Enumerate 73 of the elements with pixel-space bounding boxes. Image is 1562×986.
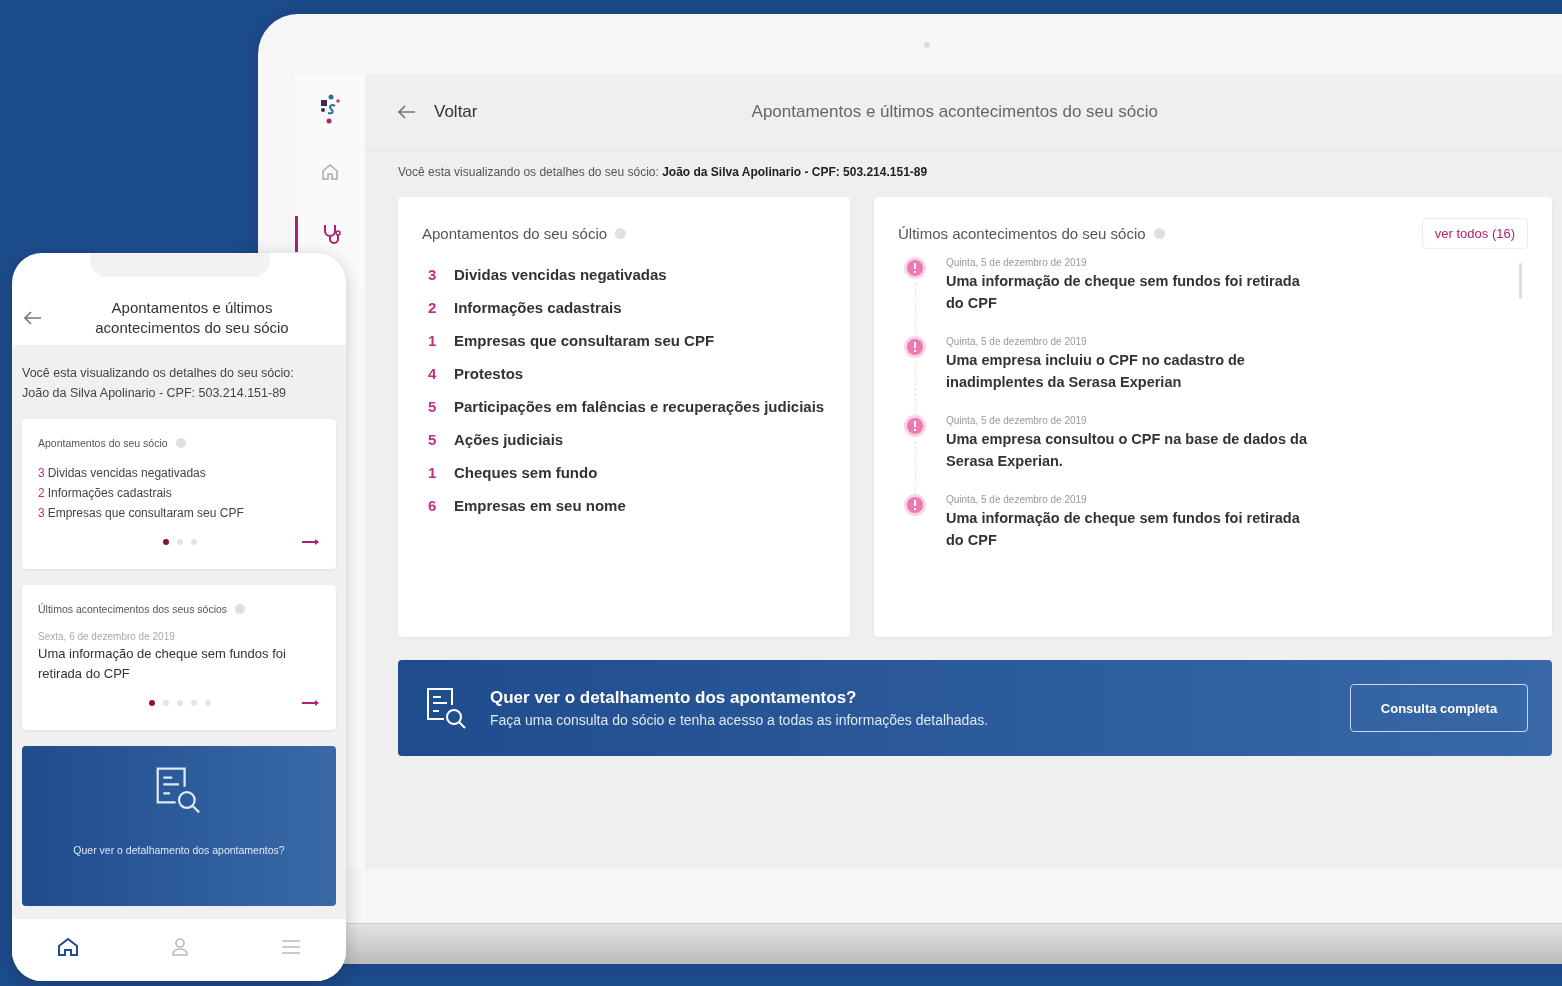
- arrow-right-icon[interactable]: [302, 699, 320, 707]
- full-query-button[interactable]: Consulta completa: [1350, 684, 1528, 732]
- count-number: 1: [427, 463, 436, 481]
- partner-info-text: Você esta visualizando os detalhes do seu sócio: João da Silva Apolinario - CPF: 503.214.151-89: [22, 365, 295, 402]
- info-icon[interactable]: [235, 604, 246, 614]
- list-item-label[interactable]: Empresas em seu nome: [454, 496, 626, 514]
- list-item-label[interactable]: Protestos: [454, 364, 524, 382]
- pagination-dot[interactable]: [149, 700, 155, 706]
- pagination-dot[interactable]: [205, 700, 211, 706]
- banner-subtitle: Faça uma consulta do sócio e tenha acesso a todas as informações detalhadas.: [490, 712, 990, 728]
- count-number: 2: [38, 486, 45, 500]
- info-icon[interactable]: [1153, 227, 1165, 239]
- count-number: 1: [427, 331, 436, 349]
- list-item-label[interactable]: Ações judiciais: [454, 430, 564, 448]
- page-title: Apontamentos e últimos acontecimentos do seu sócio: [94, 298, 290, 338]
- event-date: Quinta, 5 de dezembro de 2019: [946, 415, 1088, 426]
- alert-icon: [904, 415, 926, 437]
- back-arrow-icon: [398, 105, 416, 119]
- card-title: Últimos acontecimentos do seu sócio: [898, 224, 1146, 242]
- list-item-label[interactable]: Informações cadastrais: [454, 298, 622, 316]
- event-date: Quinta, 5 de dezembro de 2019: [946, 336, 1088, 347]
- count-number: 5: [427, 430, 436, 448]
- event-date: Quinta, 5 de dezembro de 2019: [946, 494, 1088, 505]
- card-title: Apontamentos do seu sócio: [422, 224, 608, 242]
- count-number: 2: [427, 298, 436, 316]
- pagination-dot[interactable]: [163, 700, 169, 706]
- pagination-dot[interactable]: [177, 700, 183, 706]
- alert-icon: [904, 494, 926, 516]
- event-date: Quinta, 5 de dezembro de 2019: [946, 257, 1088, 268]
- card-title: Últimos acontecimentos dos seus sócios: [38, 603, 228, 615]
- partner-info-text: Você esta visualizando os detalhes do seu sócio: João da Silva Apolinario - CPF: 503.214.151-89: [398, 165, 929, 179]
- count-number: 6: [427, 496, 436, 514]
- home-icon[interactable]: [57, 937, 80, 957]
- scrollbar[interactable]: [1519, 263, 1522, 299]
- event-text: Uma informação de cheque sem fundos foi retirada do CPF: [946, 509, 1301, 550]
- event-text: Uma informação de cheque sem fundos foi retirada do CPF: [38, 645, 287, 683]
- banner-title: Quer ver o detalhamento dos apontamentos?: [73, 844, 285, 856]
- logo-icon: [319, 94, 341, 126]
- view-all-button[interactable]: ver todos (16): [1421, 217, 1528, 249]
- event-text: Uma empresa incluiu o CPF no cadastro de inadimplentes da Serasa Experian: [946, 351, 1246, 392]
- info-icon[interactable]: [175, 438, 186, 448]
- pagination-dot[interactable]: [191, 700, 197, 706]
- event-text: Uma empresa consultou o CPF na base de dados da Serasa Experian.: [946, 430, 1308, 471]
- count-number: 3: [427, 265, 436, 283]
- pagination-dot[interactable]: [177, 539, 183, 545]
- back-label: Voltar: [434, 102, 478, 122]
- arrow-right-icon[interactable]: [302, 538, 320, 546]
- count-number: 3: [38, 506, 45, 520]
- list-item-label[interactable]: Cheques sem fundo: [454, 463, 598, 481]
- count-number: 3: [38, 466, 45, 480]
- menu-icon[interactable]: [280, 939, 301, 955]
- banner-title: Quer ver o detalhamento dos apontamentos?: [490, 688, 858, 708]
- list-item-label[interactable]: Empresas que consultaram seu CPF: [454, 331, 715, 349]
- count-number: 5: [427, 397, 436, 415]
- list-item-label[interactable]: Participações em falências e recuperações judiciais: [454, 397, 825, 415]
- event-date: Sexta, 6 de dezembro de 2019: [38, 631, 176, 642]
- page-title: Apontamentos e últimos acontecimentos do seu sócio: [750, 102, 1159, 122]
- info-icon[interactable]: [615, 227, 627, 239]
- person-icon[interactable]: [170, 937, 190, 957]
- event-text: Uma informação de cheque sem fundos foi retirada do CPF: [946, 272, 1301, 313]
- list-item-label: Informações cadastrais: [47, 486, 172, 500]
- alert-icon: [904, 336, 926, 358]
- back-arrow-icon[interactable]: [24, 311, 42, 325]
- stethoscope-icon[interactable]: [321, 223, 342, 245]
- pagination-dot[interactable]: [163, 539, 169, 545]
- list-item-label: Empresas que consultaram seu CPF: [47, 506, 244, 520]
- list-item-label[interactable]: Dividas vencidas negativadas: [454, 265, 667, 283]
- back-button[interactable]: Voltar: [398, 102, 478, 122]
- list-item-label: Dividas vencidas negativadas: [47, 466, 206, 480]
- count-number: 4: [427, 364, 436, 382]
- card-title: Apontamentos do seu sócio: [38, 437, 168, 449]
- alert-icon: [904, 257, 926, 279]
- pagination-dot[interactable]: [191, 539, 197, 545]
